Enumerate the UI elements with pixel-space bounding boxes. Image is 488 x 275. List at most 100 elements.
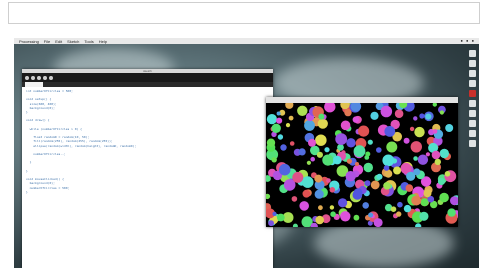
- circle: [324, 147, 330, 153]
- circle: [437, 177, 446, 186]
- new-icon[interactable]: [37, 75, 41, 80]
- circle: [301, 176, 314, 188]
- circle: [292, 171, 304, 183]
- circle: [333, 155, 342, 165]
- status-icons: ● ● ●: [460, 38, 475, 43]
- stop-icon[interactable]: [31, 75, 35, 80]
- circle: [329, 187, 336, 193]
- circle: [431, 150, 441, 160]
- circle: [324, 103, 336, 113]
- top-bar-area: [8, 2, 480, 24]
- circle: [345, 171, 356, 182]
- circle: [370, 180, 380, 190]
- app-icon[interactable]: [469, 60, 476, 67]
- circle: [403, 137, 410, 144]
- app-icon[interactable]: [469, 130, 476, 137]
- tab-sketch[interactable]: [25, 82, 43, 87]
- menu-item[interactable]: Sketch: [67, 39, 79, 44]
- circle: [420, 198, 429, 207]
- circle: [447, 208, 456, 217]
- circle: [450, 196, 458, 206]
- circle: [397, 201, 403, 208]
- circle: [411, 195, 422, 206]
- circle: [340, 120, 351, 131]
- circle: [344, 108, 352, 117]
- circle: [376, 147, 382, 153]
- circle: [280, 144, 287, 151]
- circle: [384, 126, 396, 137]
- circle: [432, 103, 437, 107]
- circle: [308, 138, 316, 147]
- menu-item[interactable]: Help: [99, 39, 107, 44]
- app-icon[interactable]: [469, 110, 476, 117]
- save-icon[interactable]: [49, 75, 53, 80]
- circle: [432, 129, 438, 134]
- circle: [370, 111, 379, 120]
- circle: [410, 141, 422, 153]
- open-icon[interactable]: [43, 75, 47, 80]
- circle: [285, 103, 294, 109]
- circle: [315, 134, 327, 146]
- circle: [317, 118, 328, 129]
- menu-item[interactable]: File: [44, 39, 50, 44]
- circle: [318, 205, 323, 211]
- circle: [423, 189, 432, 198]
- menu-item[interactable]: Tools: [84, 39, 93, 44]
- circle: [413, 168, 421, 176]
- circle: [419, 113, 425, 119]
- circle: [386, 141, 398, 153]
- circle: [405, 184, 414, 192]
- circle: [297, 105, 308, 116]
- circle: [434, 158, 441, 166]
- menu-item[interactable]: Processing: [19, 39, 39, 44]
- circle: [419, 211, 429, 221]
- circle: [276, 213, 285, 222]
- recording-icon[interactable]: [469, 90, 476, 97]
- circle: [272, 211, 277, 216]
- menu-item[interactable]: Edit: [55, 39, 62, 44]
- app-icon[interactable]: [469, 80, 476, 87]
- circle: [352, 116, 359, 123]
- circle: [314, 174, 323, 183]
- circle: [353, 214, 360, 221]
- circle: [266, 114, 277, 125]
- circle: [376, 173, 383, 180]
- circle: [403, 204, 412, 213]
- circle: [316, 151, 323, 158]
- circle: [291, 196, 298, 202]
- circle: [266, 193, 271, 200]
- editor-tabs: [22, 82, 273, 87]
- circle: [384, 169, 393, 178]
- circle: [439, 192, 449, 203]
- circle: [364, 180, 371, 187]
- app-icon[interactable]: [469, 70, 476, 77]
- circle: [414, 126, 425, 138]
- circle: [346, 138, 356, 148]
- sketch-canvas[interactable]: [266, 103, 458, 227]
- sketch-output-window[interactable]: [266, 97, 458, 227]
- circle: [380, 105, 393, 118]
- app-icon[interactable]: [469, 100, 476, 107]
- finder-icon[interactable]: [469, 50, 476, 57]
- circle: [353, 188, 363, 198]
- code-text[interactable]: int numberOfCircles = 500; void setup() …: [26, 89, 271, 266]
- circle: [425, 113, 432, 120]
- app-icon[interactable]: [469, 140, 476, 147]
- circle: [322, 154, 334, 166]
- circle: [315, 215, 324, 225]
- circle: [425, 152, 430, 157]
- circle: [289, 141, 295, 146]
- code-editor-window[interactable]: sketch int numberOfCircles = 500; void s…: [22, 69, 273, 268]
- circle: [276, 117, 283, 124]
- circle: [394, 109, 404, 118]
- circle: [365, 151, 371, 157]
- circle: [302, 189, 311, 198]
- run-icon[interactable]: [25, 75, 29, 80]
- circle: [335, 133, 348, 145]
- app-icon[interactable]: [469, 120, 476, 127]
- circle: [306, 160, 311, 165]
- circle: [292, 223, 298, 227]
- circle: [310, 156, 315, 162]
- circle: [382, 154, 395, 167]
- dock: [469, 50, 477, 250]
